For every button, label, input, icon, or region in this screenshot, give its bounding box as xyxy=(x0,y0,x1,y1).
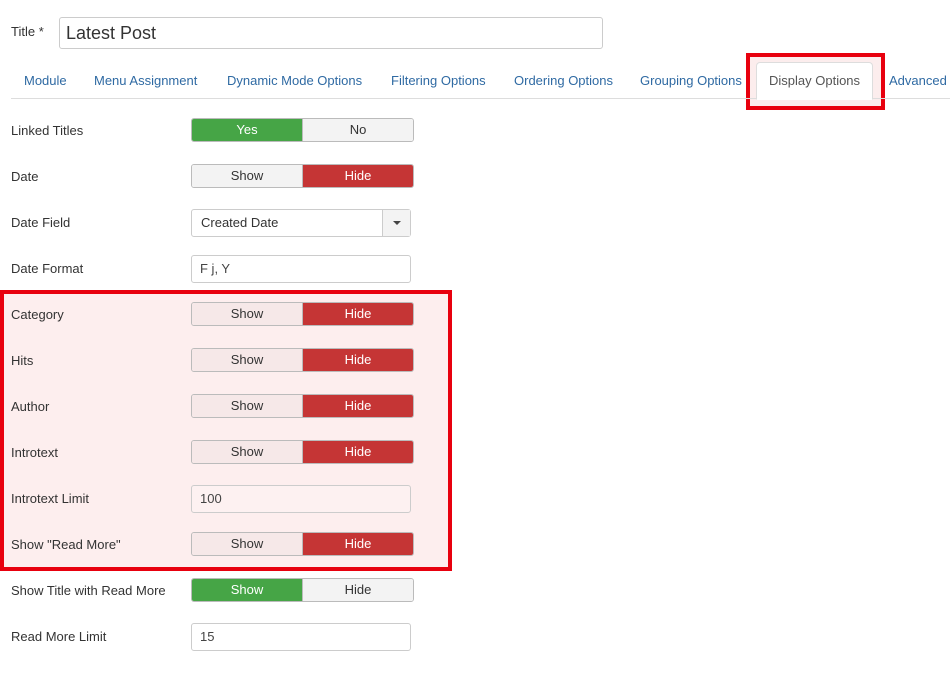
tab-module[interactable]: Module xyxy=(24,73,67,88)
date-field-label: Date Field xyxy=(11,215,71,230)
show-title-read-more-toggle: Show Hide xyxy=(191,578,414,602)
date-field-selected-value: Created Date xyxy=(201,215,279,230)
introtext-limit-input[interactable]: 100 xyxy=(191,485,411,513)
date-field-dropdown-button[interactable] xyxy=(382,210,410,236)
tab-menu-assignment[interactable]: Menu Assignment xyxy=(94,73,197,88)
tab-display-options[interactable]: Display Options xyxy=(756,62,874,100)
linked-titles-toggle: Yes No xyxy=(191,118,414,142)
show-read-more-label: Show "Read More" xyxy=(11,537,121,552)
tab-grouping-options[interactable]: Grouping Options xyxy=(640,73,742,88)
category-hide-button[interactable]: Hide xyxy=(302,303,413,325)
linked-titles-label: Linked Titles xyxy=(11,123,84,138)
read-more-limit-label: Read More Limit xyxy=(11,629,107,644)
hits-toggle: Show Hide xyxy=(191,348,414,372)
display-fields-highlight-box xyxy=(0,290,452,571)
date-show-button[interactable]: Show xyxy=(192,165,302,187)
date-field-select[interactable]: Created Date xyxy=(191,209,411,237)
caret-down-icon xyxy=(393,221,401,225)
introtext-label: Introtext xyxy=(11,445,58,460)
tab-filtering-options[interactable]: Filtering Options xyxy=(391,73,486,88)
tab-dynamic-mode-options[interactable]: Dynamic Mode Options xyxy=(227,73,362,88)
author-hide-button[interactable]: Hide xyxy=(302,395,413,417)
category-toggle: Show Hide xyxy=(191,302,414,326)
tab-advanced[interactable]: Advanced xyxy=(889,73,947,88)
author-show-button[interactable]: Show xyxy=(192,395,302,417)
category-label: Category xyxy=(11,307,64,322)
title-label: Title * xyxy=(11,24,44,39)
category-show-button[interactable]: Show xyxy=(192,303,302,325)
date-format-input[interactable]: F j, Y xyxy=(191,255,411,283)
author-label: Author xyxy=(11,399,50,414)
hits-label: Hits xyxy=(11,353,34,368)
show-read-more-show-button[interactable]: Show xyxy=(192,533,302,555)
author-toggle: Show Hide xyxy=(191,394,414,418)
date-format-label: Date Format xyxy=(11,261,84,276)
hits-hide-button[interactable]: Hide xyxy=(302,349,413,371)
show-read-more-toggle: Show Hide xyxy=(191,532,414,556)
read-more-limit-input[interactable]: 15 xyxy=(191,623,411,651)
date-label: Date xyxy=(11,169,39,184)
hits-show-button[interactable]: Show xyxy=(192,349,302,371)
introtext-limit-label: Introtext Limit xyxy=(11,491,90,506)
introtext-show-button[interactable]: Show xyxy=(192,441,302,463)
introtext-hide-button[interactable]: Hide xyxy=(302,441,413,463)
show-title-read-more-show-button[interactable]: Show xyxy=(192,579,302,601)
show-title-read-more-hide-button[interactable]: Hide xyxy=(302,579,413,601)
linked-titles-yes-button[interactable]: Yes xyxy=(192,119,302,141)
options-tab-bar: Module Menu Assignment Dynamic Mode Opti… xyxy=(11,62,950,100)
date-hide-button[interactable]: Hide xyxy=(302,165,413,187)
show-read-more-hide-button[interactable]: Hide xyxy=(302,533,413,555)
date-toggle: Show Hide xyxy=(191,164,414,188)
title-input[interactable]: Latest Post xyxy=(59,17,603,49)
linked-titles-no-button[interactable]: No xyxy=(302,119,413,141)
introtext-toggle: Show Hide xyxy=(191,440,414,464)
tab-ordering-options[interactable]: Ordering Options xyxy=(514,73,613,88)
show-title-read-more-label: Show Title with Read More xyxy=(11,583,166,598)
